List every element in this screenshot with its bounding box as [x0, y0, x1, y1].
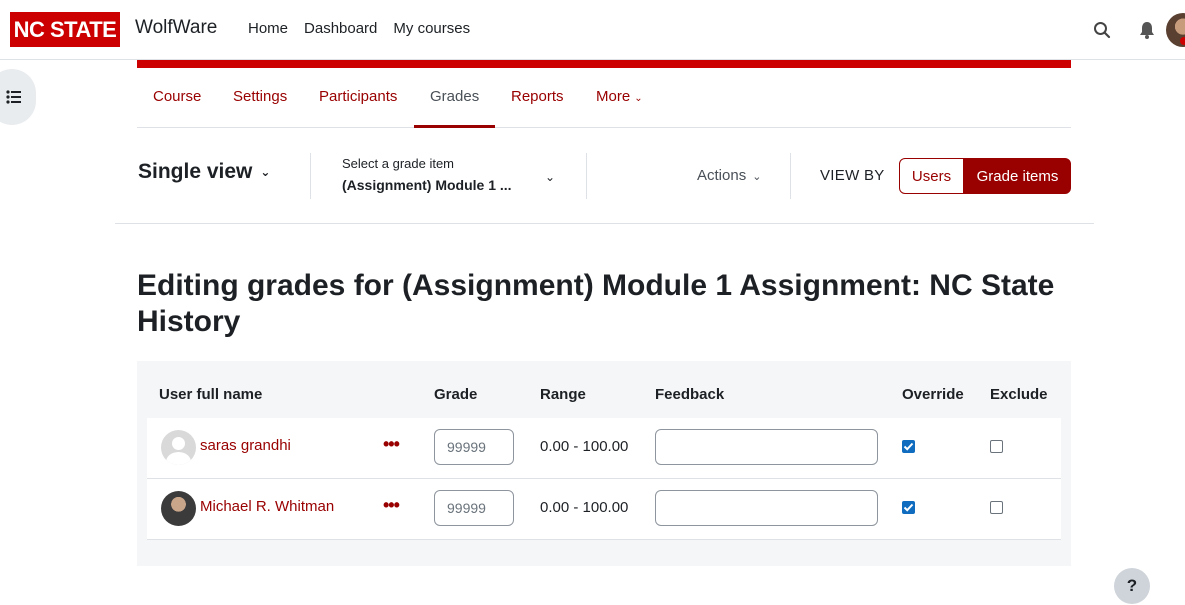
view-by-label: VIEW BY — [820, 167, 885, 184]
secondary-navigation: Course Settings Participants Grades Repo… — [137, 68, 1071, 128]
notification-dot — [1180, 37, 1185, 45]
feedback-input[interactable] — [655, 490, 878, 526]
grade-input[interactable]: 99999 — [434, 490, 514, 526]
checkmark-icon — [903, 442, 914, 451]
search-icon[interactable] — [1090, 18, 1114, 42]
grade-item-selector[interactable]: Select a grade item (Assignment) Module … — [342, 156, 512, 193]
page-title: Editing grades for (Assignment) Module 1… — [137, 269, 1055, 338]
grades-table: User full name Grade Range Feedback Over… — [137, 361, 1071, 566]
feedback-input[interactable] — [655, 429, 878, 465]
primary-navigation: Home Dashboard My courses — [248, 20, 470, 37]
avatar[interactable] — [161, 491, 196, 526]
view-by-toggle: Users Grade items — [899, 158, 1071, 194]
table-header: User full name Grade Range Feedback Over… — [137, 361, 1071, 418]
tab-reports[interactable]: Reports — [511, 88, 564, 105]
exclude-checkbox[interactable] — [990, 440, 1003, 453]
nc-state-logo[interactable]: NC STATE — [10, 12, 120, 47]
chevron-down-icon: ⌄ — [260, 165, 271, 179]
top-navbar: NC STATE WolfWare Home Dashboard My cour… — [0, 0, 1185, 60]
column-header-feedback: Feedback — [655, 386, 725, 403]
tab-settings[interactable]: Settings — [233, 88, 287, 105]
grade-range: 0.00 - 100.00 — [540, 499, 629, 516]
grade-input[interactable]: 99999 — [434, 429, 514, 465]
tab-participants[interactable]: Participants — [319, 88, 397, 105]
grade-range: 0.00 - 100.00 — [540, 438, 629, 455]
view-by-users-button[interactable]: Users — [899, 158, 964, 194]
tab-more-label: More — [596, 88, 631, 105]
exclude-checkbox[interactable] — [990, 501, 1003, 514]
grade-report-toolbar: Single view ⌄ Select a grade item (Assign… — [115, 128, 1094, 224]
user-name-link[interactable]: saras grandhi — [200, 437, 291, 454]
navbar-icons — [1045, 14, 1185, 46]
override-checkbox[interactable] — [902, 440, 915, 453]
list-icon — [6, 90, 21, 104]
nav-home-link[interactable]: Home — [248, 20, 288, 37]
actions-label: Actions — [697, 167, 747, 184]
actions-dropdown[interactable]: Actions ⌄ — [697, 167, 761, 184]
grade-item-selector-label: Select a grade item — [342, 156, 455, 171]
nav-my-courses-link[interactable]: My courses — [393, 20, 470, 37]
table-row: saras grandhi ••• 99999 0.00 - 100.00 — [147, 418, 1061, 479]
table-row: Michael R. Whitman ••• 99999 0.00 - 100.… — [147, 479, 1061, 540]
report-selector[interactable]: Single view ⌄ — [138, 160, 270, 184]
view-by-grade-items-button[interactable]: Grade items — [964, 158, 1071, 194]
column-header-grade: Grade — [434, 386, 478, 403]
divider — [586, 153, 587, 199]
tab-grades[interactable]: Grades — [430, 88, 479, 105]
column-header-user: User full name — [159, 386, 263, 403]
grade-item-selector-value: (Assignment) Module 1 ... — [342, 177, 512, 193]
help-button[interactable]: ? — [1114, 568, 1150, 604]
course-banner-bar — [137, 60, 1071, 68]
column-header-override: Override — [902, 386, 964, 403]
chevron-down-icon: ⌄ — [634, 93, 643, 104]
bell-icon[interactable] — [1135, 18, 1159, 42]
report-selector-label: Single view — [138, 160, 253, 183]
site-name[interactable]: WolfWare — [135, 17, 217, 39]
chevron-down-icon: ⌄ — [752, 171, 762, 183]
divider — [310, 153, 311, 199]
avatar[interactable] — [161, 430, 196, 465]
tab-course[interactable]: Course — [153, 88, 201, 105]
checkmark-icon — [903, 503, 914, 512]
chevron-down-icon[interactable]: ⌄ — [545, 170, 555, 184]
more-options-icon[interactable]: ••• — [383, 434, 400, 455]
override-checkbox[interactable] — [902, 501, 915, 514]
divider — [790, 153, 791, 199]
more-options-icon[interactable]: ••• — [383, 495, 400, 516]
nav-dashboard-link[interactable]: Dashboard — [304, 20, 377, 37]
tab-more[interactable]: More ⌄ — [596, 88, 643, 105]
column-header-exclude: Exclude — [990, 386, 1048, 403]
course-index-toggle[interactable] — [0, 69, 36, 125]
column-header-range: Range — [540, 386, 586, 403]
user-name-link[interactable]: Michael R. Whitman — [200, 498, 334, 515]
